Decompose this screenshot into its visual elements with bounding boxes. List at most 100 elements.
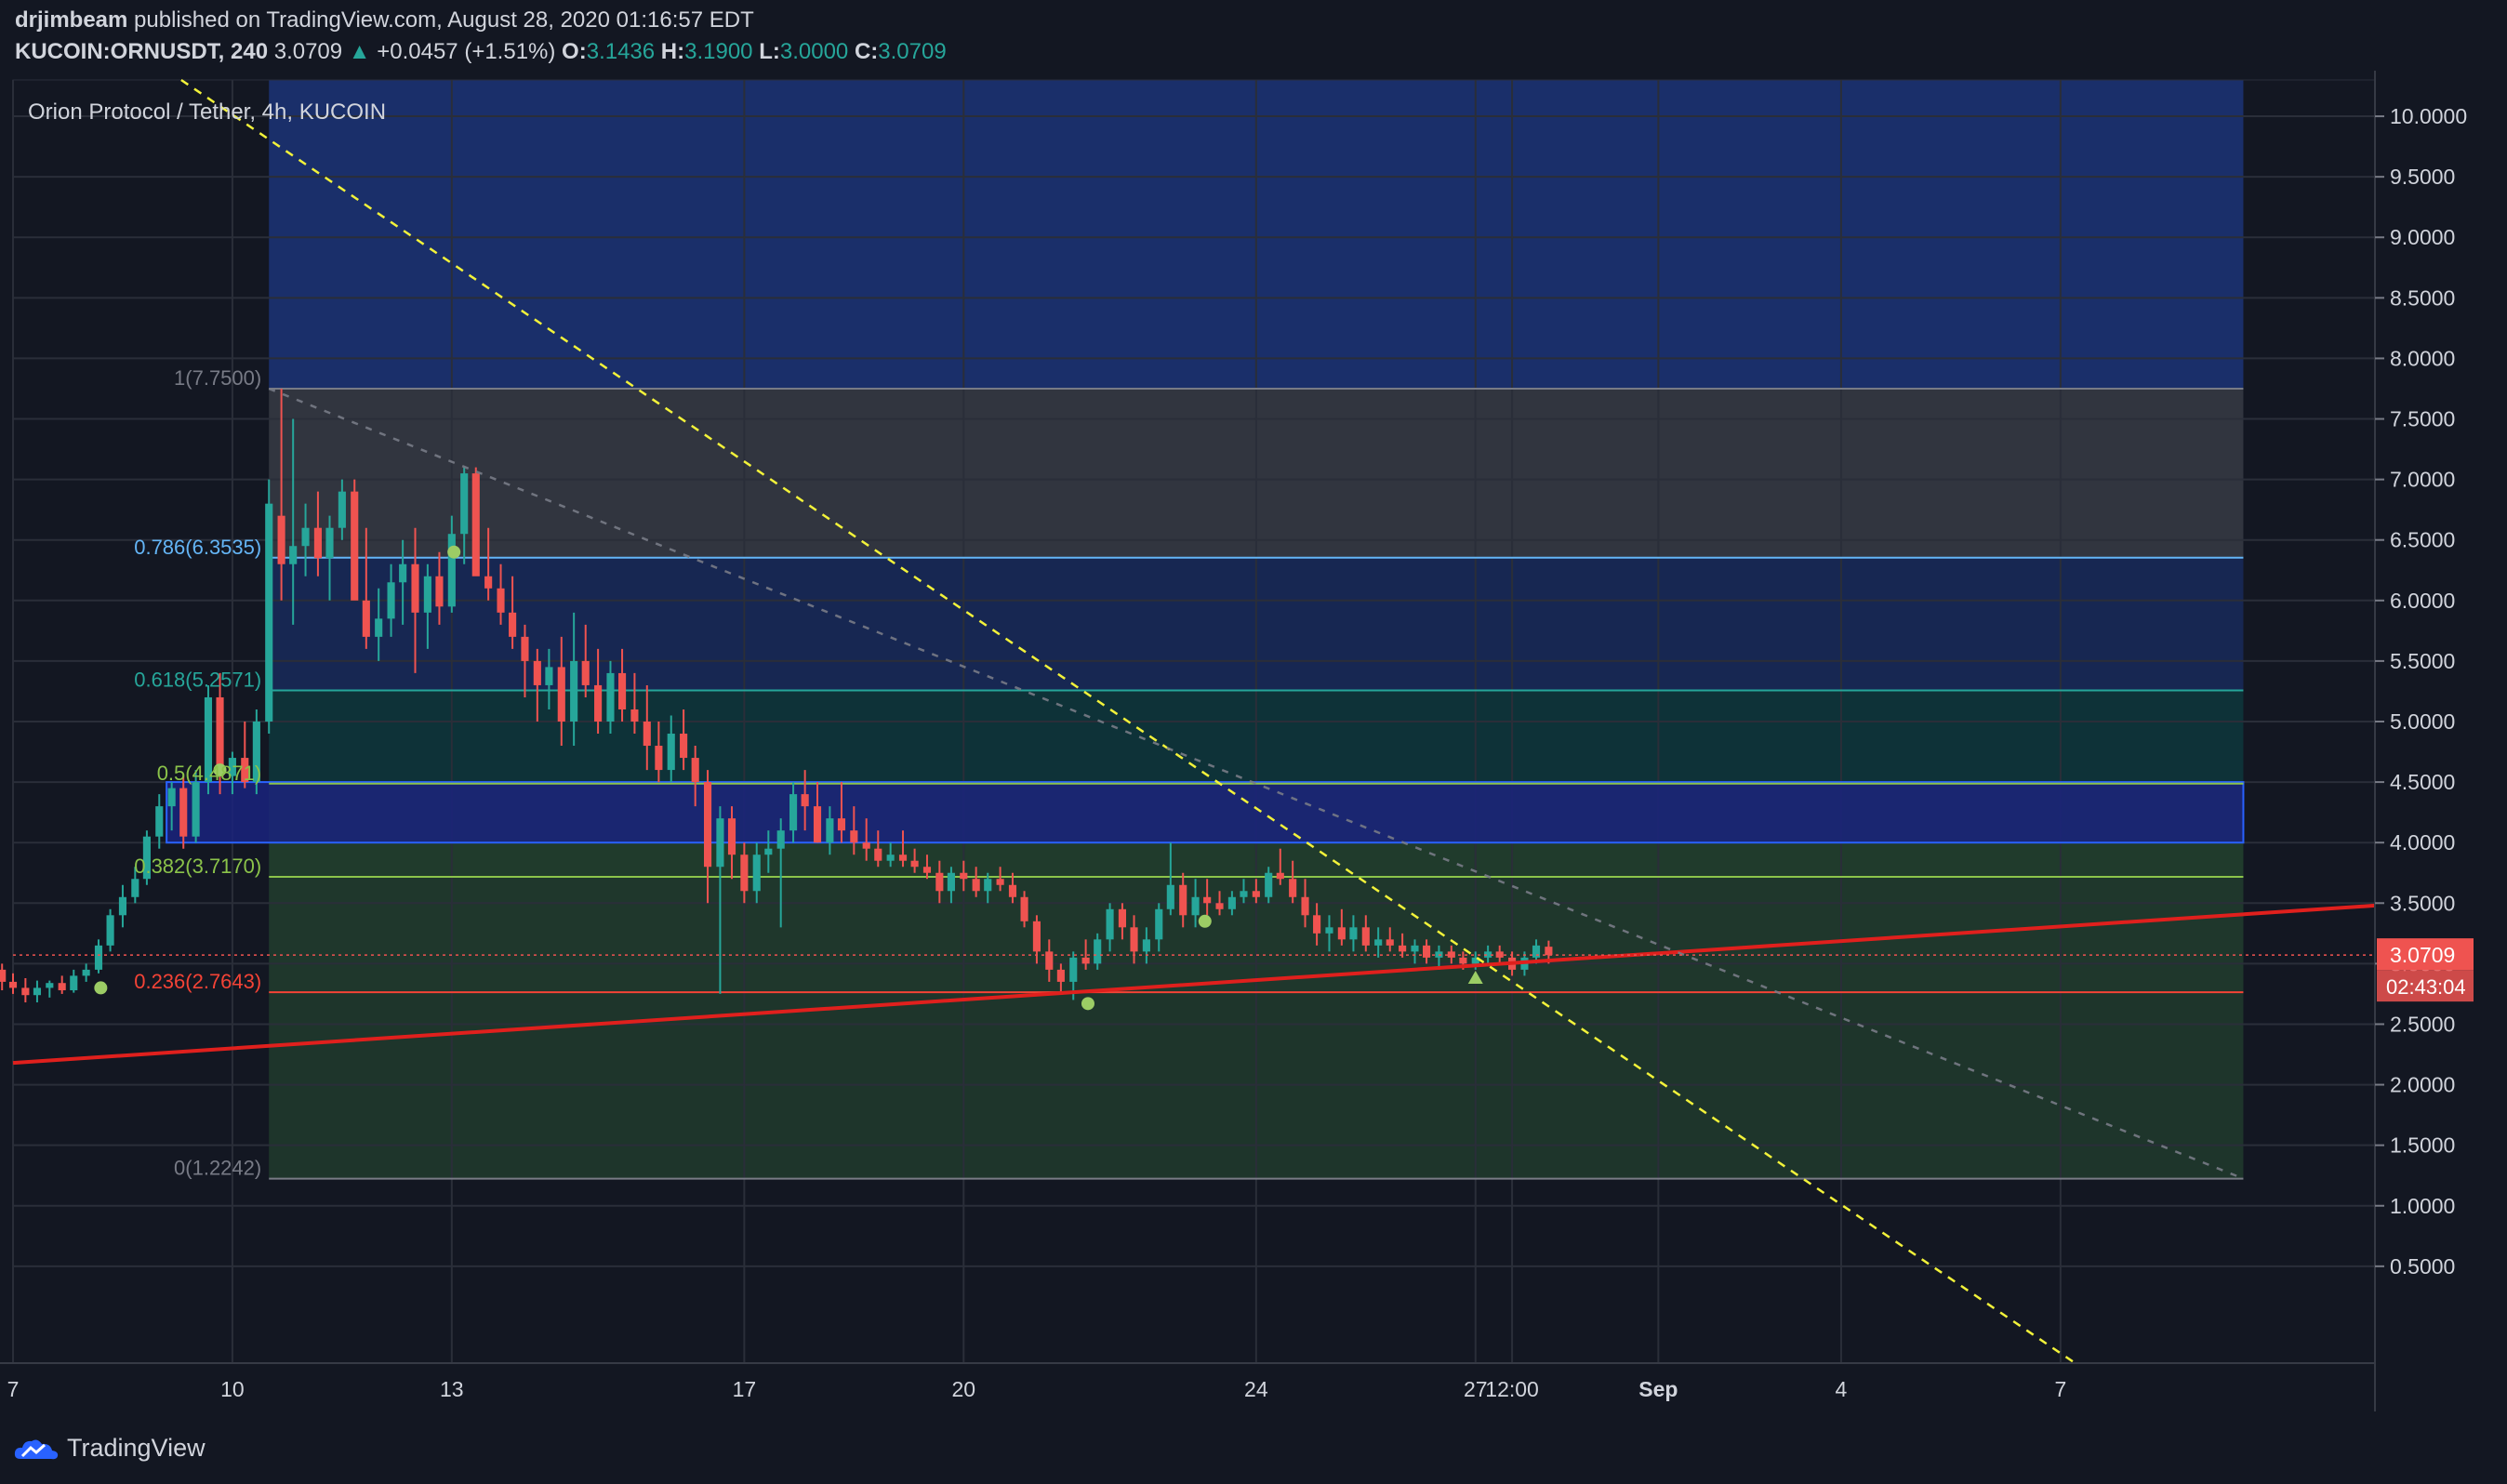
candle-body [1337,927,1346,940]
candle-body [155,806,164,837]
candle-body [313,527,322,559]
price-tick-label: 5.0000 [2390,709,2455,734]
candle-body [1032,921,1041,952]
candle-body [106,915,114,946]
candle-body [874,848,882,861]
candle-body [960,872,968,880]
fib-level-label: 1(7.7500) [174,366,261,390]
candle-body [1191,896,1200,916]
candle-body [58,983,66,991]
candle-body [655,746,663,771]
candle-body [1166,884,1174,909]
candle-body [1240,891,1248,897]
candle-body [996,879,1004,885]
candle-body [1313,915,1321,934]
candle-body [1325,927,1333,934]
footer: TradingView [0,1411,2507,1484]
candle-body [557,667,565,722]
time-tick-label: 10 [220,1377,245,1401]
high-label: H: [660,39,685,64]
publish-line: drjimbeam published on TradingView.com, … [15,7,754,33]
chart-title: Orion Protocol / Tether, 4h, KUCOIN [28,99,386,125]
candle-body [289,546,298,564]
candle-body [764,848,773,855]
candle-body [387,582,395,619]
candle-body [21,987,30,996]
candle-body [497,588,505,613]
candle-body [192,782,200,837]
candle-body [984,879,992,892]
price-tick-label: 5.5000 [2390,649,2455,673]
price-tick-label: 4.5000 [2390,770,2455,794]
author-name[interactable]: drjimbeam [15,7,127,33]
low-value: 3.0000 [779,39,849,64]
candle-body [1276,872,1284,880]
candle-body [1130,927,1138,952]
candle-body [935,872,944,892]
candle-body [484,576,493,589]
candle-body [94,945,103,970]
candle-body [1361,927,1370,946]
ohlc-line: KUCOIN:ORNUSDT, 240 3.0709 ▲ +0.0457 (+1… [15,39,947,65]
candle-body [131,879,139,897]
price-tick-label: 1.5000 [2390,1133,2455,1158]
candle-body [606,672,615,722]
close-value: 3.0709 [878,39,947,64]
candle-body [277,515,285,564]
current-price-label: 3.0709 [2390,943,2455,967]
candle-body [46,983,54,988]
candle-body [118,896,127,916]
price-tick-label: 3.5000 [2390,891,2455,915]
candle-body [301,527,310,547]
candle-body [813,806,822,843]
candle-body [972,879,980,892]
candle-body [325,527,334,559]
candle-body [1301,896,1309,916]
candle-body [776,830,785,849]
fib-level-label: 0.236(2.7643) [134,970,261,993]
candle-body [447,534,456,607]
candle-body [0,969,7,982]
candle-body [691,758,699,783]
tradingview-logo[interactable]: TradingView [13,1434,206,1463]
candle-body [826,818,834,843]
candle-body [1056,969,1065,982]
candle-body [1106,908,1114,940]
candle-body [789,794,798,831]
candle-body [898,855,908,861]
candle-body [1532,945,1541,958]
candle-body [716,818,724,868]
candle-body [1094,939,1102,964]
fib-level-label: 0(1.2242) [174,1157,261,1180]
price-tick-label: 6.5000 [2390,528,2455,552]
candle-body [886,855,895,861]
candle-body [411,563,419,613]
price-chart[interactable]: 1(7.7500) 0.786(6.3535) 0.618(5.2571) 0.5(4… [0,71,2507,1411]
candle-body [375,618,383,637]
candle-body [1081,957,1090,964]
fib-labels: 1(7.7500) 0.786(6.3535) 0.618(5.2571) 0.5(4… [134,366,261,1180]
candle-body [910,860,919,868]
price-tick-label: 0.5000 [2390,1254,2455,1279]
candle-body [265,503,273,722]
candle-body [509,612,517,637]
candle-body [680,734,688,759]
chart-header: drjimbeam published on TradingView.com, … [0,0,2507,71]
fib-level-label: 0.382(3.7170) [134,855,261,878]
signal-dot-marker [1081,997,1094,1011]
time-tick-label: 7 [7,1377,20,1401]
candle-body [435,576,444,607]
candle-body [8,981,18,988]
candle-body [362,600,370,637]
tradingview-brand: TradingView [67,1434,206,1462]
signal-dot-marker [447,545,461,559]
price-tick-label: 7.5000 [2390,407,2455,431]
candle-body [471,473,480,576]
up-arrow-icon: ▲ [348,39,371,64]
price-tick-label: 4.0000 [2390,830,2455,855]
candle-body [70,975,78,991]
candle-body [1265,872,1273,897]
candle-body [533,660,541,685]
candle-body [947,872,955,892]
candle-body [1459,957,1467,964]
